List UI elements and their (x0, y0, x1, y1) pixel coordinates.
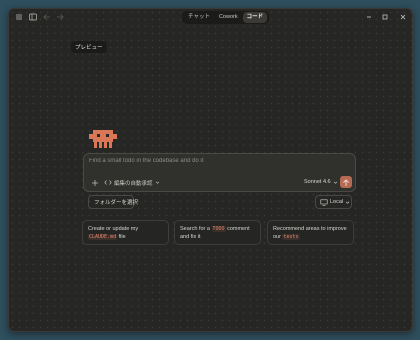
close-icon[interactable] (398, 12, 408, 22)
permission-mode-selector[interactable]: 編集の自動承認 (104, 178, 160, 187)
suggestion-code: TODO (211, 226, 226, 232)
model-selector[interactable]: Sonnet 4.6 (304, 179, 338, 185)
suggestion-text: Create or update my (88, 226, 139, 232)
suggestion-text: file (117, 234, 126, 240)
minimize-icon[interactable] (364, 12, 374, 22)
select-folder-label: フォルダーを選択 (94, 200, 139, 206)
environment-selector[interactable]: Local (315, 195, 352, 209)
suggestion-card[interactable]: Search for a TODO comment and fix it (174, 220, 261, 245)
arrow-up-icon (343, 179, 349, 186)
plus-icon[interactable] (91, 179, 99, 187)
prompt-input[interactable]: Find a small todo in the codebase and do… (89, 158, 339, 164)
model-label: Sonnet 4.6 (304, 179, 331, 185)
tab-code[interactable]: コード (242, 12, 268, 23)
app-window: チャット Cowork コード プレビュー Find a small todo … (8, 8, 413, 332)
tab-cowork[interactable]: Cowork (215, 12, 242, 23)
permission-mode-label: 編集の自動承認 (114, 180, 153, 187)
suggestion-code: tests (282, 234, 300, 240)
prompt-box[interactable]: Find a small todo in the codebase and do… (83, 153, 356, 192)
environment-label: Local (330, 199, 344, 205)
arrow-right-icon[interactable] (55, 12, 65, 22)
sidebar-toggle-icon[interactable] (28, 12, 38, 22)
suggestion-card[interactable]: Create or update my CLAUDE.md file (82, 220, 169, 245)
monitor-icon (320, 199, 328, 206)
titlebar: チャット Cowork コード (9, 9, 412, 26)
chevron-down-icon (333, 181, 337, 184)
tab-chat[interactable]: チャット (184, 12, 214, 23)
maximize-icon[interactable] (380, 12, 390, 22)
chevron-down-icon (155, 181, 159, 184)
send-button[interactable] (340, 176, 352, 188)
mode-tabs: チャット Cowork コード (182, 11, 270, 24)
claude-mascot-icon (89, 130, 117, 148)
select-folder-button[interactable]: フォルダーを選択 (88, 195, 138, 209)
preview-badge: プレビュー (71, 41, 107, 53)
chevron-down-icon (345, 201, 350, 204)
arrow-left-icon[interactable] (42, 12, 52, 22)
suggestion-card[interactable]: Recommend areas to improve our tests (267, 220, 354, 245)
hamburger-menu-icon[interactable] (14, 12, 24, 22)
code-brackets-icon (104, 180, 112, 185)
suggestion-text: Search for a (180, 226, 212, 232)
suggestion-code: CLAUDE.md (88, 234, 118, 240)
